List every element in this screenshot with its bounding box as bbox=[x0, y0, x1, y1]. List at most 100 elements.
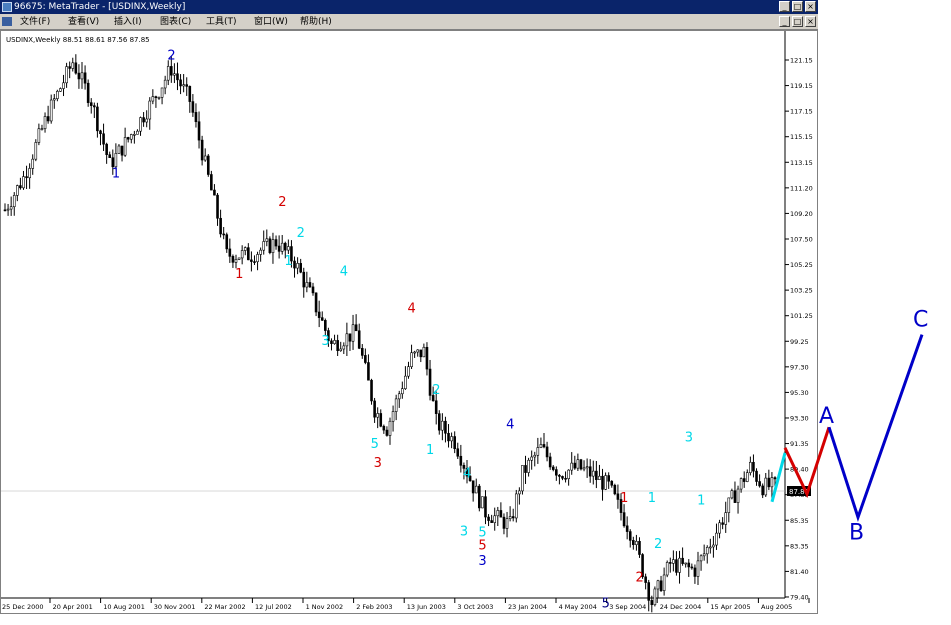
candle-body bbox=[250, 259, 253, 262]
wave-label-c: C bbox=[913, 308, 928, 333]
wave-label: 4 bbox=[463, 466, 471, 481]
candle-body bbox=[68, 66, 71, 69]
candle-body bbox=[360, 348, 364, 356]
candle-body bbox=[271, 239, 275, 253]
candle-body bbox=[397, 393, 401, 400]
candle-body bbox=[474, 485, 478, 494]
candle-body bbox=[102, 133, 105, 145]
y-tick-label: 101.25 bbox=[790, 312, 813, 320]
candle-body bbox=[422, 346, 426, 358]
candle-body bbox=[253, 261, 256, 263]
candle-body bbox=[148, 100, 152, 120]
candle-body bbox=[487, 516, 490, 521]
wave-label: 2 bbox=[167, 48, 175, 63]
candle-body bbox=[696, 560, 700, 577]
candle-body bbox=[502, 516, 506, 529]
candle-body bbox=[644, 576, 647, 583]
candle-body bbox=[56, 91, 59, 99]
projection-red-path bbox=[783, 426, 831, 499]
candle-body bbox=[86, 82, 90, 103]
y-tick-label: 107.50 bbox=[790, 235, 813, 243]
candle-body bbox=[133, 134, 136, 136]
candle-body bbox=[3, 209, 7, 212]
wave-label: 1 bbox=[648, 491, 656, 506]
candle-body bbox=[302, 271, 306, 288]
candle-body bbox=[105, 143, 108, 155]
candle-body bbox=[493, 515, 497, 523]
candle-body bbox=[49, 99, 53, 122]
candle-body bbox=[376, 413, 379, 418]
candle-body bbox=[293, 260, 296, 269]
candle-body bbox=[656, 580, 660, 590]
candle-body bbox=[530, 456, 533, 461]
wave-label: 1 bbox=[235, 267, 243, 282]
candle-body bbox=[672, 559, 675, 564]
wave-label: 2 bbox=[432, 383, 440, 398]
candle-body bbox=[123, 137, 127, 156]
candle-body bbox=[684, 562, 687, 565]
candle-body bbox=[745, 472, 749, 482]
candle-body bbox=[752, 461, 755, 472]
wave-label: 3 bbox=[460, 524, 468, 539]
candle-body bbox=[299, 263, 302, 273]
wave-label: 4 bbox=[408, 302, 416, 317]
wave-label: 2 bbox=[278, 195, 286, 210]
candle-body bbox=[447, 432, 450, 442]
candle-body bbox=[576, 459, 580, 469]
x-tick-label: 20 Apr 2001 bbox=[53, 603, 93, 611]
candle-body bbox=[185, 84, 189, 87]
candle-body bbox=[25, 176, 28, 179]
candle-body bbox=[496, 510, 500, 517]
x-tick-label: 13 Jun 2003 bbox=[407, 603, 446, 611]
x-tick-label: Aug 2005 bbox=[761, 603, 792, 611]
candle-body bbox=[718, 522, 721, 534]
candle-body bbox=[730, 490, 734, 499]
candle-body bbox=[191, 101, 195, 113]
candle-body bbox=[93, 105, 96, 108]
candle-body bbox=[6, 208, 10, 211]
candle-body bbox=[699, 555, 703, 562]
candle-body bbox=[573, 462, 577, 469]
candle-body bbox=[490, 520, 493, 523]
candle-body bbox=[194, 112, 198, 123]
wave-label: 1 bbox=[620, 491, 628, 506]
candle-body bbox=[456, 448, 460, 457]
candle-body bbox=[166, 66, 170, 81]
candle-body bbox=[117, 145, 121, 154]
candle-body bbox=[508, 516, 512, 520]
y-tick-label: 117.15 bbox=[790, 108, 813, 116]
candle-body bbox=[625, 525, 629, 532]
candle-body bbox=[434, 400, 438, 414]
candle-body bbox=[62, 82, 65, 89]
candle-body bbox=[558, 474, 561, 477]
candle-body bbox=[19, 185, 22, 189]
candle-body bbox=[379, 413, 383, 427]
candle-body bbox=[665, 562, 669, 576]
candle-body bbox=[709, 546, 712, 549]
candle-body bbox=[484, 496, 487, 518]
candle-body bbox=[659, 580, 663, 591]
candle-body bbox=[548, 456, 552, 468]
candle-body bbox=[622, 512, 626, 527]
candle-body bbox=[52, 98, 56, 101]
candle-body bbox=[206, 155, 210, 175]
candle-body bbox=[635, 541, 638, 545]
candle-body bbox=[65, 66, 68, 84]
price-chart[interactable]: USDINX,Weekly 88.51 88.61 87.56 87.85 12… bbox=[0, 0, 951, 621]
candle-body bbox=[268, 238, 272, 253]
candle-body bbox=[773, 477, 777, 480]
y-tick-label: 97.30 bbox=[790, 363, 809, 371]
candle-body bbox=[228, 248, 232, 257]
y-tick-label: 79.40 bbox=[790, 593, 809, 601]
candle-body bbox=[668, 562, 672, 564]
wave-label: 5 bbox=[478, 538, 486, 553]
candle-body bbox=[613, 484, 617, 495]
candle-body bbox=[243, 247, 247, 251]
candle-body bbox=[385, 429, 389, 436]
candle-body bbox=[607, 475, 610, 482]
wave-label: 3 bbox=[321, 334, 329, 349]
candle-body bbox=[373, 400, 376, 418]
candle-body bbox=[450, 436, 453, 442]
candle-body bbox=[114, 153, 118, 168]
candle-body bbox=[9, 206, 13, 210]
